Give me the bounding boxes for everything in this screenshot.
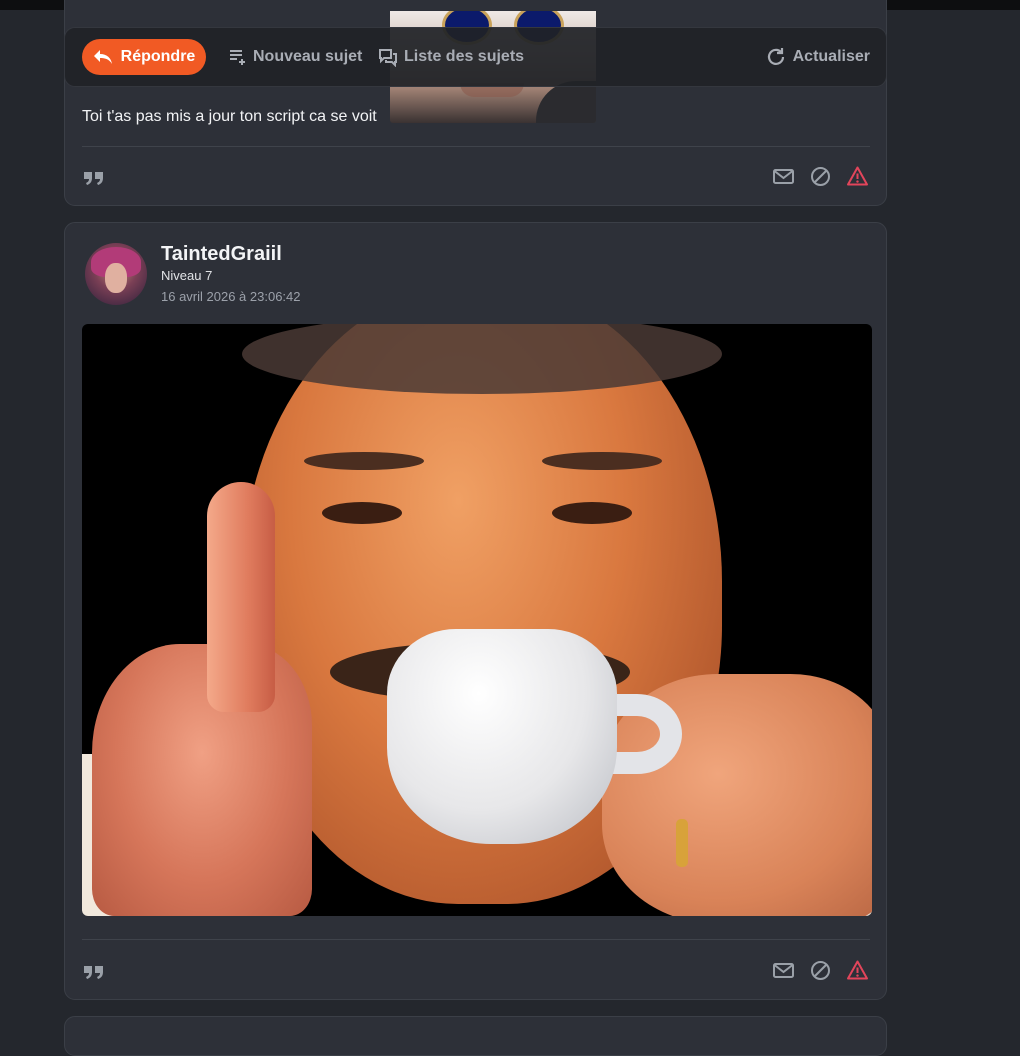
divider (82, 146, 870, 147)
post-image[interactable] (82, 324, 872, 916)
topic-list-label: Liste des sujets (404, 48, 525, 65)
refresh-label: Actualiser (792, 48, 870, 65)
refresh-button[interactable]: Actualiser (765, 39, 870, 75)
user-level: Niveau 7 (161, 268, 213, 283)
quote-icon[interactable] (82, 960, 106, 982)
refresh-icon (767, 48, 784, 65)
new-topic-icon (230, 50, 245, 65)
username[interactable]: TaintedGraiil (161, 243, 282, 266)
topic-list-button[interactable]: Liste des sujets (378, 39, 524, 75)
forum-post: TaintedGraiil Niveau 7 16 avril 2026 à 2… (64, 222, 887, 1000)
mail-icon[interactable] (771, 958, 796, 983)
post-actions (82, 958, 870, 984)
topic-toolbar: Répondre Nouveau sujet Liste des sujets … (64, 27, 887, 87)
chat-bubbles-icon (379, 49, 397, 67)
post-date[interactable]: 16 avril 2026 à 23:06:42 (161, 289, 301, 304)
reply-label: Répondre (120, 48, 196, 65)
new-topic-button[interactable]: Nouveau sujet (227, 39, 362, 75)
report-icon[interactable] (845, 164, 870, 189)
report-icon[interactable] (845, 958, 870, 983)
mail-icon[interactable] (771, 164, 796, 189)
block-icon[interactable] (808, 164, 833, 189)
post-text: Toi t'as pas mis a jour ton script ca se… (82, 108, 377, 125)
reply-arrow-icon (93, 50, 112, 64)
quote-icon[interactable] (82, 166, 106, 188)
new-topic-label: Nouveau sujet (253, 48, 363, 65)
avatar[interactable] (85, 243, 147, 305)
forum-post (64, 1016, 887, 1056)
post-actions (82, 164, 870, 190)
block-icon[interactable] (808, 958, 833, 983)
reply-button[interactable]: Répondre (82, 39, 206, 75)
divider (82, 939, 870, 940)
